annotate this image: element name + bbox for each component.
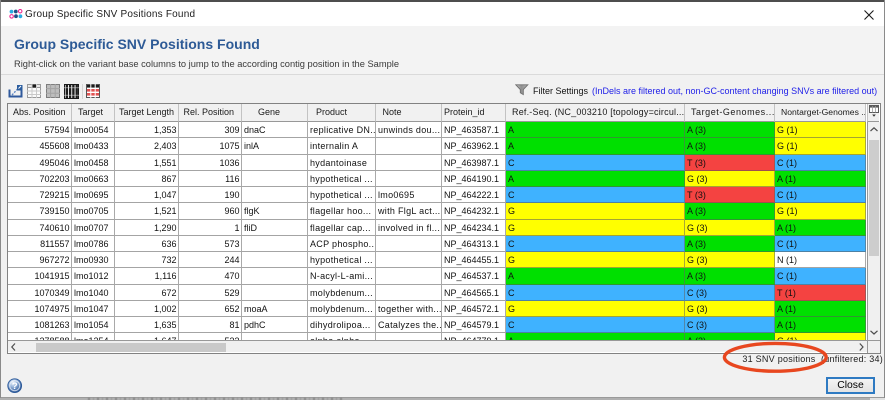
svg-text:?: ? [12, 381, 18, 392]
